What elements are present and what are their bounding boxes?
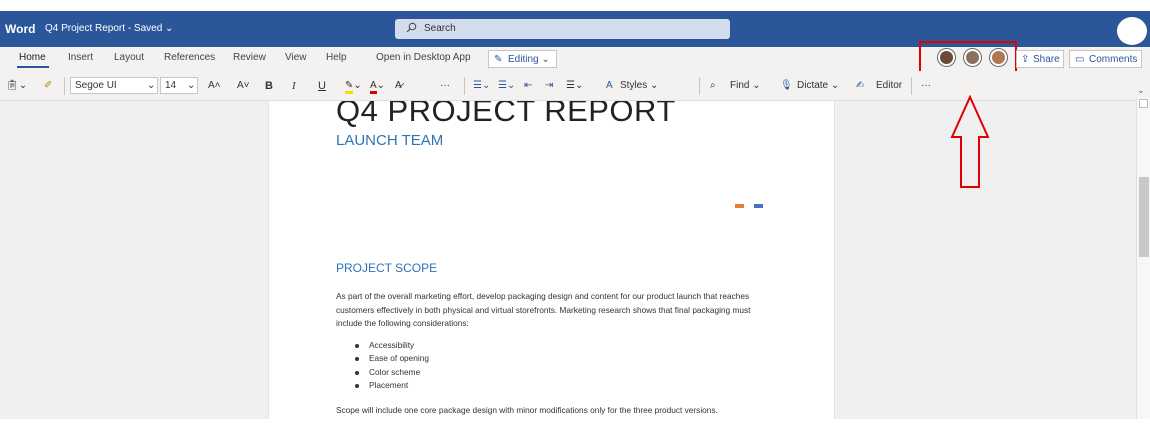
app-name: Word xyxy=(5,22,36,36)
body-paragraph-2[interactable]: Scope will include one core package desi… xyxy=(336,405,776,415)
comments-icon: ▭ xyxy=(1075,54,1085,65)
font-color-icon[interactable]: A⌄ xyxy=(370,80,385,94)
vertical-scrollbar[interactable] xyxy=(1136,97,1150,419)
chevron-down-icon: ⌄ xyxy=(187,80,196,91)
toolbar-divider xyxy=(699,77,700,95)
font-name-value: Segoe UI xyxy=(75,80,117,91)
tab-references[interactable]: References xyxy=(164,52,215,63)
editing-mode-label: Editing ⌄ xyxy=(508,54,550,65)
share-icon: ⇪ xyxy=(1021,54,1030,65)
document-heading-title[interactable]: Q4 PROJECT REPORT xyxy=(336,101,676,129)
editor-button[interactable]: Editor xyxy=(876,80,902,91)
find-icon[interactable]: ⌕ xyxy=(710,80,716,91)
toolbar-divider xyxy=(464,77,465,95)
collaborators-highlight-box xyxy=(919,41,1017,74)
toolbar-overflow-button[interactable]: ··· xyxy=(921,80,931,91)
italic-button[interactable]: I xyxy=(292,80,296,92)
collaborator-avatar-3[interactable] xyxy=(990,49,1007,66)
scroll-up-button[interactable] xyxy=(1139,99,1148,108)
increase-indent-icon[interactable]: ⇥ xyxy=(545,80,553,91)
clear-formatting-icon[interactable]: A̷ xyxy=(395,80,402,91)
comments-button[interactable]: ▭ Comments xyxy=(1069,50,1142,68)
more-font-options-button[interactable]: ··· xyxy=(440,80,450,91)
find-button[interactable]: Find ⌄ xyxy=(730,80,761,91)
tab-home[interactable]: Home xyxy=(19,52,46,63)
dictate-button[interactable]: Dictate ⌄ xyxy=(797,80,839,91)
paste-icon[interactable]: 📋︎⌄ xyxy=(6,80,27,91)
chevron-down-icon: ⌄ xyxy=(147,80,156,91)
share-label: Share xyxy=(1033,54,1060,65)
format-painter-icon[interactable]: ✐ xyxy=(44,80,52,91)
align-icon[interactable]: ☰⌄ xyxy=(566,80,583,91)
list-item[interactable]: Color scheme xyxy=(355,366,429,379)
search-box[interactable]: Search xyxy=(395,19,730,39)
active-tab-indicator xyxy=(17,66,49,68)
editing-mode-button[interactable]: ✎ Editing ⌄ xyxy=(488,50,557,68)
tab-insert[interactable]: Insert xyxy=(68,52,93,63)
styles-icon[interactable]: A xyxy=(606,80,613,91)
bold-button[interactable]: B xyxy=(265,80,273,92)
list-item[interactable]: Ease of opening xyxy=(355,352,429,365)
pencil-icon: ✎ xyxy=(494,54,503,65)
chevron-down-icon[interactable]: ⌄ xyxy=(1137,85,1145,96)
collaborator-avatar-2[interactable] xyxy=(964,49,981,66)
collaborator-avatar-1[interactable] xyxy=(938,49,955,66)
share-button[interactable]: ⇪ Share xyxy=(1016,50,1064,68)
comments-label: Comments xyxy=(1089,54,1138,65)
up-arrow-annotation-icon xyxy=(950,95,990,188)
font-name-dropdown[interactable]: Segoe UI ⌄ xyxy=(70,77,158,94)
tab-review[interactable]: Review xyxy=(233,52,266,63)
increase-font-button[interactable]: A˄ xyxy=(208,80,221,91)
section-heading[interactable]: PROJECT SCOPE xyxy=(336,261,437,275)
decrease-font-button[interactable]: A˅ xyxy=(237,80,250,91)
account-avatar[interactable] xyxy=(1117,17,1147,45)
editor-icon[interactable]: ✍︎ xyxy=(856,80,864,91)
decorative-blue-bar xyxy=(754,204,763,208)
decorative-orange-bar xyxy=(735,204,744,208)
decrease-indent-icon[interactable]: ⇤ xyxy=(524,80,532,91)
considerations-list: Accessibility Ease of opening Color sche… xyxy=(355,339,429,392)
search-placeholder: Search xyxy=(424,23,456,34)
list-item[interactable]: Accessibility xyxy=(355,339,429,352)
document-subtitle[interactable]: LAUNCH TEAM xyxy=(336,132,443,149)
tab-layout[interactable]: Layout xyxy=(114,52,144,63)
font-size-dropdown[interactable]: 14 ⌄ xyxy=(160,77,198,94)
list-item[interactable]: Placement xyxy=(355,379,429,392)
open-in-desktop-app-button[interactable]: Open in Desktop App xyxy=(376,52,471,63)
tab-view[interactable]: View xyxy=(285,52,307,63)
font-size-value: 14 xyxy=(165,80,177,91)
document-title[interactable]: Q4 Project Report - Saved ⌄ xyxy=(45,23,173,34)
status-strip xyxy=(0,419,1150,436)
toolbar-divider xyxy=(64,77,65,95)
toolbar-divider xyxy=(911,77,912,95)
underline-button[interactable]: U xyxy=(318,80,326,92)
body-paragraph-1[interactable]: As part of the overall marketing effort,… xyxy=(336,290,776,331)
scroll-thumb[interactable] xyxy=(1139,177,1149,257)
highlight-icon[interactable]: ✎⌄ xyxy=(345,80,362,94)
styles-button[interactable]: Styles ⌄ xyxy=(620,80,658,91)
bullets-icon[interactable]: ☰⌄ xyxy=(473,80,490,91)
search-icon xyxy=(406,22,417,36)
numbering-icon[interactable]: ☰⌄ xyxy=(498,80,515,91)
tab-help[interactable]: Help xyxy=(326,52,347,63)
document-page[interactable]: Q4 PROJECT REPORT LAUNCH TEAM PROJECT SC… xyxy=(268,101,835,419)
word-online-window: Word Q4 Project Report - Saved ⌄ Search … xyxy=(0,0,1150,436)
dictate-icon[interactable]: 🎙︎ xyxy=(780,80,793,91)
